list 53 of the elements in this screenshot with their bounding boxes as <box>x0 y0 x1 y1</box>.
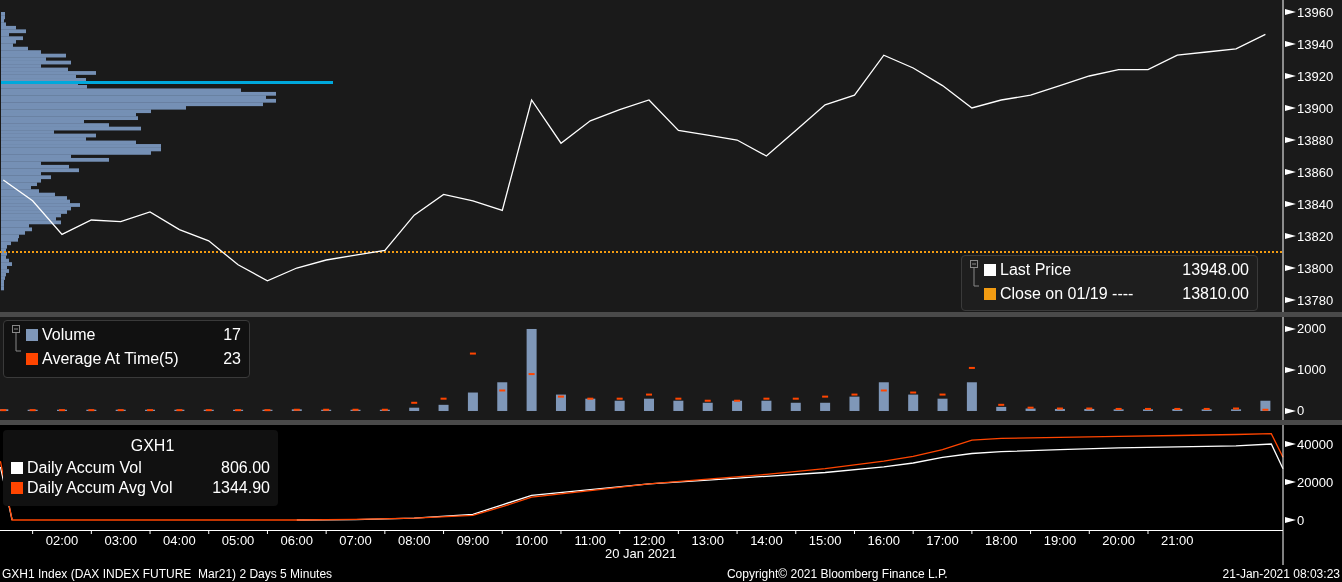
date-label: 20 Jan 2021 <box>605 546 677 562</box>
time-label: 13:00 <box>691 533 724 548</box>
legend-value: 806.00 <box>220 458 270 478</box>
axis-label: 2000 <box>1297 321 1326 337</box>
time-label: 21:00 <box>1161 533 1194 548</box>
legend-value: 13948.00 <box>1181 260 1249 280</box>
axis-label: 1000 <box>1297 362 1326 378</box>
timestamp: 21-Jan-2021 08:03:23 <box>1222 565 1340 582</box>
time-label: 19:00 <box>1043 533 1077 548</box>
axis-label: 13860 <box>1297 164 1334 180</box>
time-label: 05:00 <box>221 533 255 548</box>
time-label: 12:00 <box>632 533 666 548</box>
time-label: 03:00 <box>104 533 137 548</box>
axis-label: 0 <box>1297 512 1305 528</box>
legend-label: Daily Accum Avg Vol <box>27 478 173 498</box>
time-label: 08:00 <box>397 533 431 548</box>
time-label: 15:00 <box>808 533 842 548</box>
time-label: 02:00 <box>45 533 79 548</box>
axis-label: 0 <box>1297 403 1305 419</box>
time-label: 09:00 <box>456 533 490 548</box>
legend-label: Close on 01/19 ---- <box>1000 284 1134 304</box>
legend-label: Average At Time(5) <box>42 349 179 369</box>
time-label: 06:00 <box>280 533 314 548</box>
security-description: GXH1 Index (DAX INDEX FUTURE Mar21) 2 Days 5 Minutes <box>2 565 333 582</box>
legend-label: Last Price <box>1000 260 1072 280</box>
time-label: 17:00 <box>926 533 959 548</box>
legend-value: 23 <box>222 349 241 369</box>
time-label: 14:00 <box>750 533 783 548</box>
legend-value: 17 <box>222 325 241 345</box>
axis-label: 13880 <box>1297 132 1334 148</box>
copyright-text: Copyright© 2021 Bloomberg Finance L.P. <box>726 565 948 582</box>
time-label: 10:00 <box>515 533 548 548</box>
time-label: 04:00 <box>163 533 196 548</box>
axis-label: 13820 <box>1297 228 1334 244</box>
legend-value: 13810.00 <box>1181 284 1249 304</box>
axis-label: 13780 <box>1297 292 1334 308</box>
legend-title: GXH1 <box>129 436 175 456</box>
time-label: 11:00 <box>574 533 607 548</box>
time-label: 20:00 <box>1102 533 1135 548</box>
axis-label: 13800 <box>1297 260 1334 276</box>
axis-label: 13940 <box>1297 36 1334 52</box>
legend-label: Volume <box>42 325 96 345</box>
axis-label: 13960 <box>1297 4 1334 20</box>
time-label: 07:00 <box>339 533 372 548</box>
axis-label: 13920 <box>1297 68 1334 84</box>
legend-value: 1344.90 <box>211 478 270 498</box>
axis-label: 13840 <box>1297 196 1334 212</box>
axis-label: 13900 <box>1297 100 1334 116</box>
legend-label: Daily Accum Vol <box>27 458 142 478</box>
axis-label: 20000 <box>1297 474 1334 490</box>
time-label: 16:00 <box>867 533 901 548</box>
axis-label: 40000 <box>1297 436 1334 452</box>
time-label: 18:00 <box>984 533 1018 548</box>
